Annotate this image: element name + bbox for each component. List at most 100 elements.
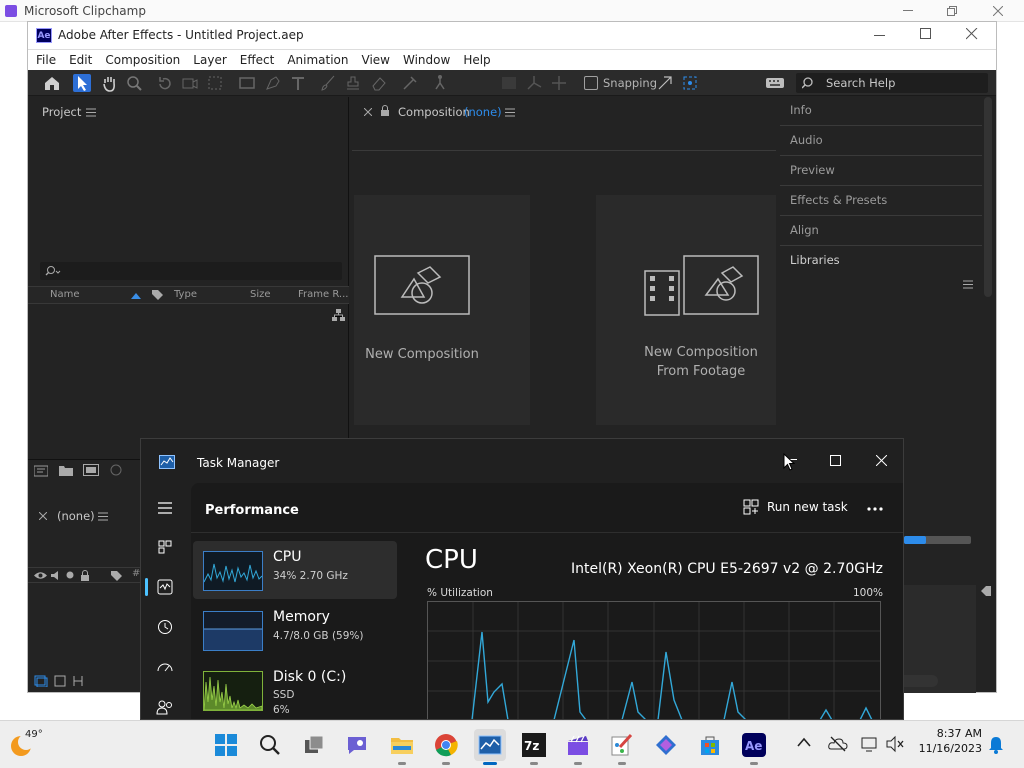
task-manager-taskbar-button[interactable] — [474, 729, 506, 765]
info-panel-tab[interactable]: Info — [780, 97, 982, 126]
audio-panel-tab[interactable]: Audio — [780, 127, 982, 156]
snap-features-button[interactable] — [681, 74, 699, 92]
teams-chat-button[interactable] — [342, 729, 374, 761]
file-explorer-button[interactable] — [386, 729, 418, 765]
column-size[interactable]: Size — [250, 289, 271, 300]
menu-file[interactable]: File — [36, 53, 56, 67]
brush-tool-button[interactable] — [319, 74, 337, 92]
7zip-button[interactable]: 7z — [518, 729, 550, 765]
snap-edges-button[interactable] — [656, 74, 674, 92]
network-tray-button[interactable] — [860, 735, 880, 755]
axis-mode-button[interactable] — [525, 74, 543, 92]
nav-users[interactable] — [154, 696, 176, 718]
rectangle-tool-button[interactable] — [238, 74, 256, 92]
clipchamp-taskbar-button[interactable] — [562, 729, 594, 765]
new-composition-from-footage-card[interactable]: New Composition From Footage — [596, 195, 776, 425]
hand-tool-button[interactable] — [100, 74, 118, 92]
lock-icon — [381, 105, 389, 116]
right-panel-scrollbar[interactable] — [984, 97, 992, 297]
notifications-button[interactable] — [988, 736, 1006, 754]
nav-performance[interactable] — [154, 576, 176, 598]
store-button[interactable] — [694, 729, 726, 761]
after-effects-taskbar-button[interactable]: Ae — [738, 729, 770, 765]
task-view-button[interactable] — [298, 729, 330, 761]
search-help-field[interactable]: Search Help — [796, 73, 988, 93]
tm-close-button[interactable] — [863, 445, 899, 475]
resource-cpu[interactable]: CPU 34% 2.70 GHz — [193, 541, 397, 599]
menu-layer[interactable]: Layer — [193, 53, 226, 67]
ae-maximize-button[interactable] — [920, 28, 936, 42]
resource-memory[interactable]: Memory 4.7/8.0 GB (59%) — [193, 601, 397, 659]
paint-icon — [611, 733, 633, 756]
clone-stamp-tool-button[interactable] — [344, 74, 362, 92]
workspace-button[interactable] — [765, 74, 784, 92]
composition-tab-value[interactable]: (none) — [464, 105, 502, 119]
column-type[interactable]: Type — [174, 289, 197, 300]
pan-behind-tool-button[interactable] — [206, 74, 224, 92]
show-hidden-icons-button[interactable] — [797, 737, 813, 753]
selection-tool-button[interactable] — [73, 74, 91, 92]
project-search-field[interactable] — [40, 262, 342, 280]
pen-tool-button[interactable] — [264, 74, 282, 92]
menu-composition[interactable]: Composition — [105, 53, 180, 67]
processes-icon — [158, 540, 172, 554]
rotate-tool-button[interactable] — [156, 74, 174, 92]
zoom-tool-button[interactable] — [125, 74, 143, 92]
nav-processes[interactable] — [154, 536, 176, 558]
menu-effect[interactable]: Effect — [240, 53, 275, 67]
new-composition-card[interactable]: New Composition — [354, 195, 530, 425]
run-new-task-button[interactable]: Run new task — [743, 499, 848, 515]
effects-presets-panel-tab[interactable]: Effects & Presets — [780, 187, 982, 216]
more-horizontal-icon — [867, 507, 883, 511]
align-panel-tab[interactable]: Align — [780, 217, 982, 246]
resource-disk[interactable]: Disk 0 (C:) SSD 6% — [193, 661, 397, 719]
tm-maximize-button[interactable] — [817, 445, 853, 475]
search-button[interactable] — [254, 729, 286, 761]
task-manager-window: Task Manager Performance Run new task CP… — [140, 438, 904, 720]
hamburger-menu-button[interactable] — [154, 497, 176, 519]
divider — [352, 150, 776, 151]
timeline-zoom-slider[interactable] — [904, 536, 971, 544]
column-name[interactable]: Name — [50, 289, 80, 300]
menu-window[interactable]: Window — [403, 53, 450, 67]
eraser-tool-button[interactable] — [370, 74, 388, 92]
home-tool-button[interactable] — [43, 74, 61, 92]
paint-button[interactable] — [606, 729, 638, 765]
clipchamp-restore-button[interactable] — [932, 2, 972, 20]
clock-button[interactable]: 8:37 AM 11/16/2023 — [912, 727, 982, 763]
nav-startup-apps[interactable] — [154, 656, 176, 678]
weather-widget[interactable]: 49° — [8, 729, 60, 759]
column-frame-rate[interactable]: Frame R... — [298, 289, 348, 300]
clipchamp-close-button[interactable] — [978, 2, 1018, 20]
type-tool-button[interactable] — [289, 74, 307, 92]
camera-tool-button[interactable] — [181, 74, 199, 92]
volume-tray-button[interactable] — [885, 735, 905, 755]
onedrive-tray-button[interactable] — [828, 735, 848, 755]
roto-brush-tool-button[interactable] — [401, 74, 419, 92]
menu-animation[interactable]: Animation — [287, 53, 348, 67]
menu-help[interactable]: Help — [463, 53, 490, 67]
snapping-checkbox[interactable] — [584, 76, 598, 90]
menu-edit[interactable]: Edit — [69, 53, 92, 67]
copilot-button[interactable] — [650, 729, 682, 761]
align-toggle-button[interactable] — [500, 74, 518, 92]
menu-view[interactable]: View — [362, 53, 390, 67]
ae-minimize-button[interactable] — [874, 29, 890, 43]
ae-close-button[interactable] — [966, 28, 982, 42]
clipchamp-minimize-button[interactable] — [888, 2, 928, 20]
project-panel-title[interactable]: Project — [42, 105, 81, 119]
preview-panel-tab[interactable]: Preview — [780, 157, 982, 186]
world-axis-button[interactable] — [550, 74, 568, 92]
more-options-button[interactable] — [865, 501, 893, 517]
nav-app-history[interactable] — [154, 616, 176, 638]
clone-stamp-icon — [347, 76, 359, 90]
libraries-panel-tab[interactable]: Libraries — [780, 247, 982, 276]
audio-icon — [51, 571, 58, 580]
puppet-tool-button[interactable] — [431, 74, 449, 92]
start-button[interactable] — [210, 729, 242, 761]
chrome-button[interactable] — [430, 729, 462, 765]
timeline-tab-label[interactable]: (none) — [57, 509, 95, 523]
svg-text:Ae: Ae — [745, 739, 762, 753]
home-icon — [45, 77, 59, 90]
composition-tab-label[interactable]: Composition — [398, 105, 470, 119]
